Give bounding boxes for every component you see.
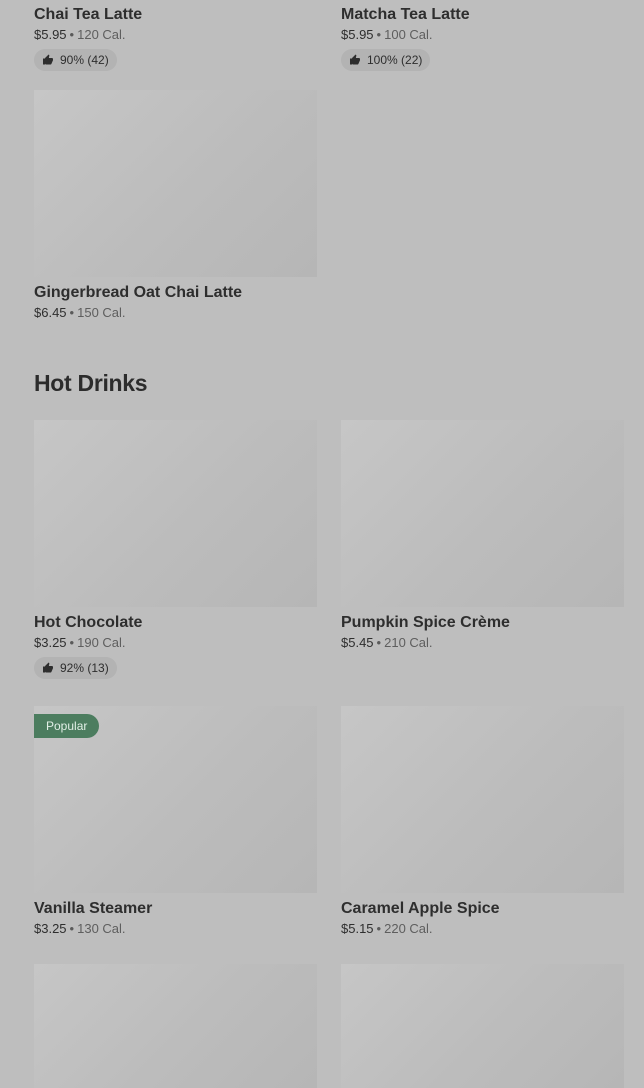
item-price: $3.25 [34, 921, 67, 936]
item-meta: $5.95 • 120 Cal. [34, 25, 317, 45]
item-calories: 100 Cal. [384, 27, 433, 42]
item-meta: $3.25 • 190 Cal. [34, 633, 317, 653]
item-calories: 220 Cal. [384, 921, 433, 936]
item-calories: 120 Cal. [77, 27, 126, 42]
item-price: $5.95 [341, 27, 374, 42]
separator-dot: • [376, 635, 382, 650]
rating-chip: 100% (22) [341, 49, 431, 71]
menu-item-card[interactable]: Matcha Tea Latte $5.95 • 100 Cal. 100% (22… [341, 0, 624, 71]
menu-item-card[interactable]: Chai Tea Latte $5.95 • 120 Cal. 90% (42) [34, 0, 317, 71]
item-image [34, 964, 317, 1088]
item-image [34, 420, 317, 607]
item-price: $5.45 [341, 635, 374, 650]
thumbs-up-icon [43, 662, 53, 673]
rating-text: 100% (22) [367, 53, 423, 67]
item-image [341, 964, 624, 1088]
item-calories: 210 Cal. [384, 635, 433, 650]
menu-item-card[interactable]: Caramel Apple Spice $5.15 • 220 Cal. [341, 706, 624, 939]
item-price: $5.15 [341, 921, 374, 936]
rating-chip: 92% (13) [34, 657, 117, 679]
menu-item-card[interactable]: Pumpkin Spice Crème $5.45 • 210 Cal. [341, 420, 624, 653]
separator-dot: • [376, 27, 382, 42]
item-name: Hot Chocolate [34, 614, 143, 631]
item-image [34, 90, 317, 277]
item-name: Matcha Tea Latte [341, 6, 470, 23]
item-calories: 190 Cal. [77, 635, 126, 650]
item-image: Popular [34, 706, 317, 893]
item-meta: $5.15 • 220 Cal. [341, 919, 624, 939]
menu-item-card[interactable]: Hot Chocolate $3.25 • 190 Cal. 92% (13) [34, 420, 317, 679]
separator-dot: • [69, 27, 75, 42]
item-image [341, 420, 624, 607]
item-name: Gingerbread Oat Chai Latte [34, 284, 243, 301]
separator-dot: • [69, 921, 75, 936]
item-price: $3.25 [34, 635, 67, 650]
item-calories: 130 Cal. [77, 921, 126, 936]
menu-item-card[interactable] [34, 964, 317, 1088]
separator-dot: • [69, 635, 75, 650]
item-price: $6.45 [34, 305, 67, 320]
item-name: Pumpkin Spice Crème [341, 614, 510, 631]
rating-text: 92% (13) [60, 661, 109, 675]
item-meta: $5.95 • 100 Cal. [341, 25, 624, 45]
item-calories: 150 Cal. [77, 305, 126, 320]
separator-dot: • [69, 305, 75, 320]
item-name: Vanilla Steamer [34, 900, 153, 917]
item-name: Caramel Apple Spice [341, 900, 500, 917]
separator-dot: • [376, 921, 382, 936]
item-meta: $6.45 • 150 Cal. [34, 303, 317, 323]
rating-chip: 90% (42) [34, 49, 117, 71]
item-name: Chai Tea Latte [34, 6, 143, 23]
thumbs-up-icon [43, 54, 53, 65]
item-meta: $3.25 • 130 Cal. [34, 919, 317, 939]
menu-item-card[interactable]: Popular Vanilla Steamer $3.25 • 130 Cal. [34, 706, 317, 939]
item-price: $5.95 [34, 27, 67, 42]
rating-text: 90% (42) [60, 53, 109, 67]
thumbs-up-icon [350, 54, 360, 65]
item-meta: $5.45 • 210 Cal. [341, 633, 624, 653]
menu-item-card[interactable] [341, 964, 624, 1088]
menu-item-card[interactable]: Gingerbread Oat Chai Latte $6.45 • 150 Cal… [34, 90, 317, 323]
item-image [341, 706, 624, 893]
section-title-hot-drinks: Hot Drinks [34, 370, 148, 396]
popular-badge: Popular [34, 714, 100, 738]
